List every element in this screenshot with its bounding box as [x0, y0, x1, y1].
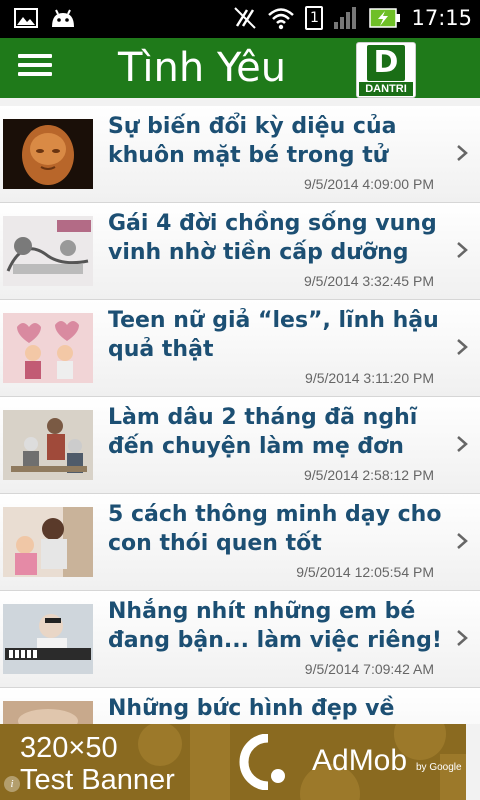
- article-title: Sự biến đổi kỳ diệu của khuôn mặt bé tro…: [108, 114, 397, 168]
- hamburger-icon: [18, 54, 52, 58]
- logo-letter: D: [367, 45, 405, 81]
- menu-button[interactable]: [18, 54, 52, 82]
- wifi-icon: [268, 8, 295, 30]
- article-thumbnail: [3, 507, 93, 577]
- chevron-right-icon: [457, 145, 468, 161]
- status-bar: 1 17:15: [0, 0, 480, 38]
- article-row[interactable]: Sự biến đổi kỳ diệu của khuôn mặt bé tro…: [0, 106, 480, 203]
- vibrate-off-icon: [234, 7, 257, 29]
- article-row[interactable]: Nhắng nhít những em bé đang bận... làm v…: [0, 591, 480, 688]
- article-title: Làm dâu 2 tháng đã nghĩ đến chuyện làm m…: [108, 405, 418, 459]
- article-time: 9/5/2014 7:09:42 AM: [304, 661, 434, 677]
- app-bar: Tình Yêu D DANTRI: [0, 38, 480, 98]
- article-list: Sự biến đổi kỳ diệu của khuôn mặt bé tro…: [0, 106, 480, 785]
- chevron-right-icon: [457, 242, 468, 258]
- admob-logo-icon: [239, 734, 285, 790]
- chevron-right-icon: [457, 533, 468, 549]
- ad-by-label: by Google: [416, 762, 462, 773]
- article-row[interactable]: Teen nữ giả “les”, lĩnh hậu quả thật 9/5…: [0, 300, 480, 397]
- ad-brand: AdMob: [312, 744, 408, 777]
- article-thumbnail: [3, 216, 93, 286]
- article-title: 5 cách thông minh dạy cho con thói quen …: [108, 502, 442, 556]
- article-title: Nhắng nhít những em bé đang bận... làm v…: [108, 599, 442, 653]
- article-row[interactable]: Làm dâu 2 tháng đã nghĩ đến chuyện làm m…: [0, 397, 480, 494]
- signal-icon: [334, 7, 357, 29]
- gallery-icon: [14, 8, 38, 28]
- battery-charging-icon: [369, 8, 401, 28]
- article-title: Teen nữ giả “les”, lĩnh hậu quả thật: [108, 308, 439, 362]
- ad-label: Test Banner: [20, 764, 175, 796]
- chevron-right-icon: [457, 630, 468, 646]
- article-thumbnail: [3, 313, 93, 383]
- android-icon: [52, 9, 74, 27]
- chevron-right-icon: [457, 436, 468, 452]
- ad-gap: [466, 724, 480, 800]
- ad-info-icon[interactable]: i: [4, 776, 20, 792]
- article-row[interactable]: 5 cách thông minh dạy cho con thói quen …: [0, 494, 480, 591]
- article-thumbnail: [3, 410, 93, 480]
- page-title: Tình Yêu: [118, 45, 287, 91]
- clock: 17:15: [411, 6, 472, 30]
- article-thumbnail: [3, 604, 93, 674]
- article-thumbnail: [3, 119, 93, 189]
- ad-banner[interactable]: 320×50 Test Banner AdMob by Google i: [0, 724, 466, 800]
- article-time: 9/5/2014 3:32:45 PM: [304, 273, 434, 289]
- article-time: 9/5/2014 2:58:12 PM: [304, 467, 434, 483]
- article-time: 9/5/2014 3:11:20 PM: [305, 370, 434, 386]
- article-time: 9/5/2014 12:05:54 PM: [296, 564, 434, 580]
- dantri-logo[interactable]: D DANTRI: [356, 42, 416, 98]
- logo-text: DANTRI: [359, 82, 413, 96]
- sim-icon: 1: [305, 6, 324, 30]
- chevron-right-icon: [457, 339, 468, 355]
- article-title: Gái 4 đời chồng sống vung vinh nhờ tiền …: [108, 211, 437, 265]
- article-time: 9/5/2014 4:09:00 PM: [304, 176, 434, 192]
- ad-size-label: 320×50: [20, 732, 118, 764]
- article-row[interactable]: Gái 4 đời chồng sống vung vinh nhờ tiền …: [0, 203, 480, 300]
